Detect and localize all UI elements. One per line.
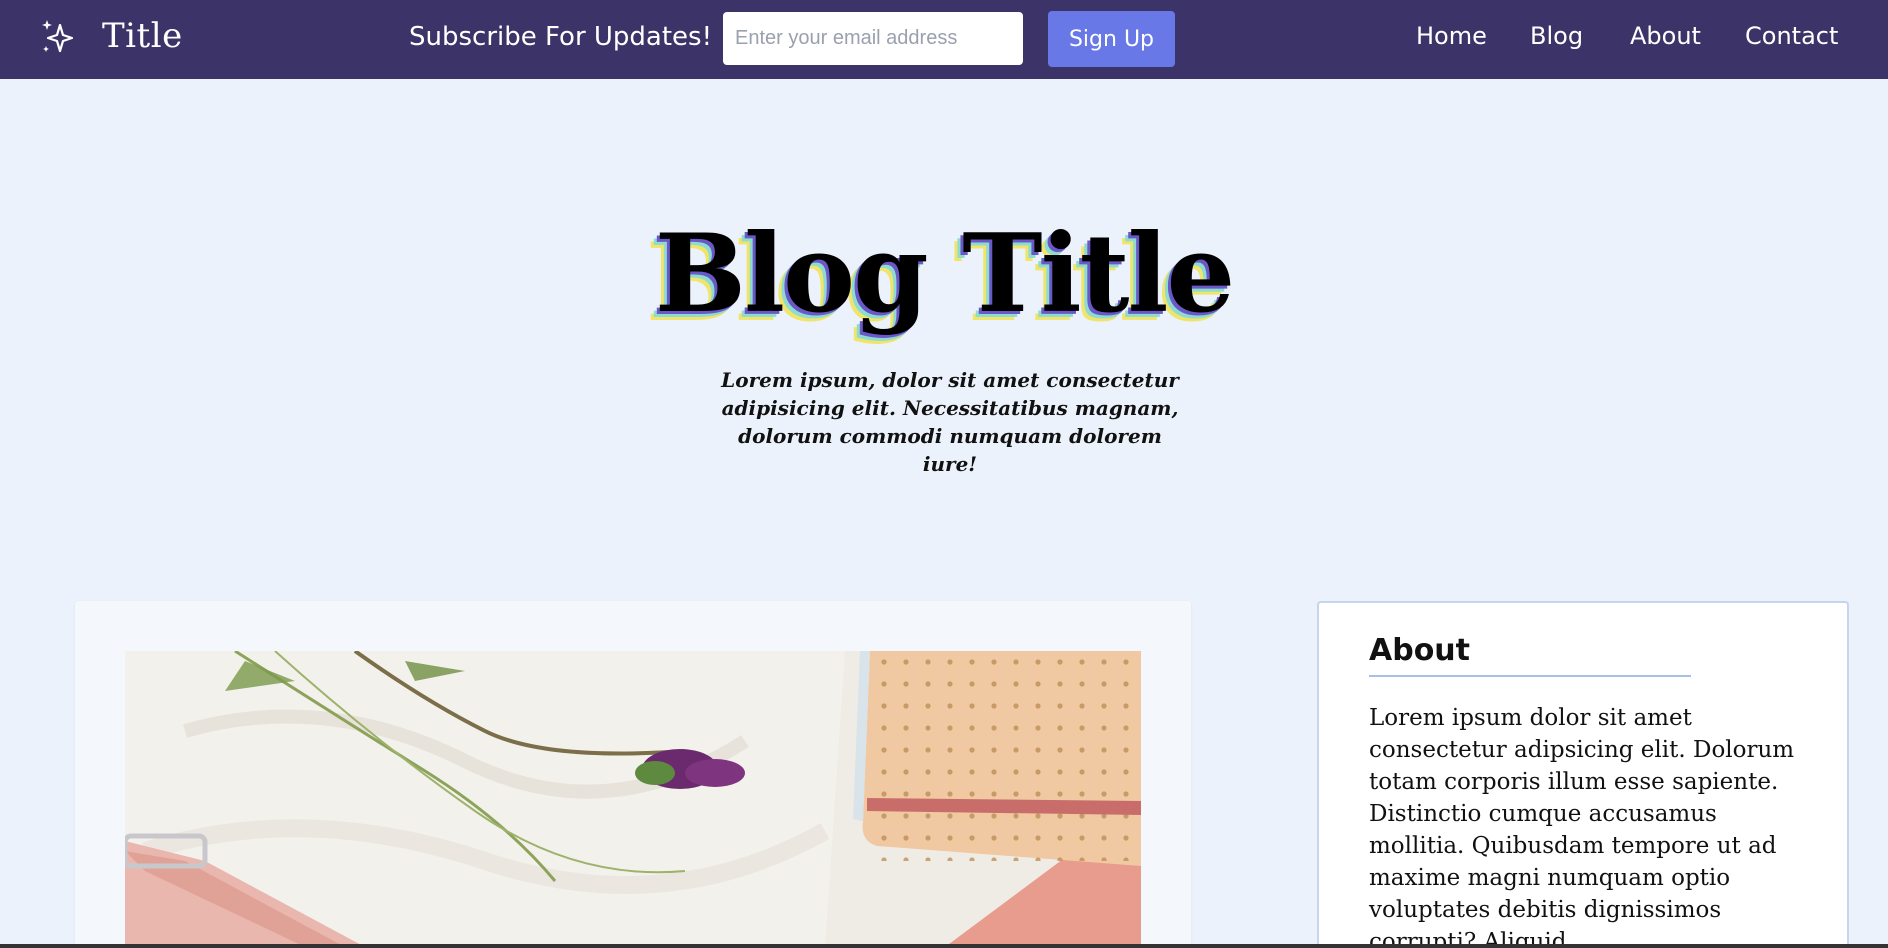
about-heading: About: [1369, 633, 1471, 668]
subscribe-label: Subscribe For Updates!: [409, 22, 713, 52]
hero-subtitle: Lorem ipsum, dolor sit amet consectetur …: [721, 368, 1179, 476]
hero-title: Blog Title: [654, 211, 1235, 337]
email-input[interactable]: [723, 12, 1023, 65]
nav-link-home[interactable]: Home: [1416, 22, 1487, 50]
nav-link-contact[interactable]: Contact: [1745, 22, 1838, 50]
about-card: About Lorem ipsum dolor sit amet consect…: [1317, 601, 1849, 948]
about-body: Lorem ipsum dolor sit amet consectetur a…: [1369, 705, 1795, 948]
site-title[interactable]: Title: [102, 16, 183, 56]
nav-link-about[interactable]: About: [1630, 22, 1701, 50]
sparkles-icon[interactable]: [38, 17, 78, 57]
post-image[interactable]: [125, 651, 1141, 947]
about-divider: [1369, 675, 1691, 677]
post-card: [75, 601, 1191, 948]
nav-link-blog[interactable]: Blog: [1530, 22, 1583, 50]
window-bottom-edge: [0, 944, 1888, 948]
sign-up-button[interactable]: Sign Up: [1048, 11, 1175, 67]
top-nav: Title Subscribe For Updates! Sign Up Hom…: [0, 0, 1888, 79]
